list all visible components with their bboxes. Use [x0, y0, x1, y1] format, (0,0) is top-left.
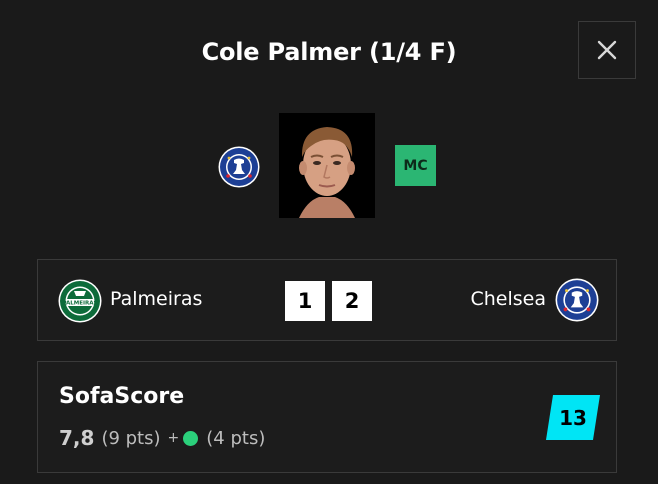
- away-team-name: Chelsea: [470, 288, 546, 310]
- bonus-dot-icon: [183, 430, 199, 446]
- rating-breakdown: 7,8 (9 pts) + (4 pts): [59, 426, 265, 450]
- position-badge: MC: [395, 145, 436, 186]
- palmeiras-crest-icon: PALMEIRAS: [58, 279, 102, 323]
- close-icon: [597, 40, 617, 60]
- home-score: 1: [285, 281, 325, 321]
- svg-text:PALMEIRAS: PALMEIRAS: [62, 301, 97, 307]
- bonus-points: (4 pts): [206, 427, 266, 449]
- away-score: 2: [332, 281, 372, 321]
- chelsea-crest-icon: [555, 278, 599, 322]
- page-title: Cole Palmer (1/4 F): [201, 38, 457, 66]
- match-card[interactable]: PALMEIRAS Palmeiras 1 2 Chelsea: [37, 259, 617, 341]
- rating-value: 7,8: [59, 426, 95, 450]
- player-photo: [279, 113, 375, 218]
- rating-points: (9 pts): [101, 427, 161, 449]
- player-detail-modal: Cole Palmer (1/4 F) MC PALMEIRAS Palmeir…: [0, 0, 658, 484]
- close-button[interactable]: [578, 21, 636, 79]
- rating-card: SofaScore 7,8 (9 pts) + (4 pts) 13: [37, 361, 617, 473]
- total-points-badge: 13: [546, 395, 600, 440]
- chelsea-crest-icon: [218, 146, 260, 188]
- plus-sign: +: [167, 430, 180, 446]
- home-team-name: Palmeiras: [110, 288, 203, 310]
- total-points: 13: [559, 405, 587, 430]
- rating-title: SofaScore: [59, 384, 185, 409]
